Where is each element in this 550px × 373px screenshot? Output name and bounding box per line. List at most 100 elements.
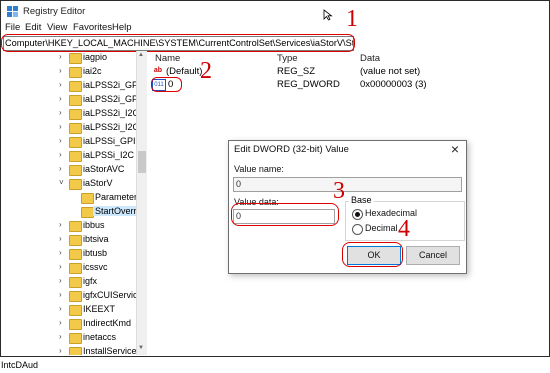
expand-chevron-icon[interactable]: › (59, 150, 62, 159)
cancel-button[interactable]: Cancel (406, 246, 460, 265)
tree-item-label: iaLPSS2i_GPIO2 (83, 80, 137, 90)
folder-icon (69, 291, 82, 302)
expand-chevron-icon[interactable]: › (59, 346, 62, 355)
tree-item-indirectkmd[interactable]: › IndirectKmd (1, 317, 137, 331)
tree-item-ikeext[interactable]: › IKEEXT (1, 303, 137, 317)
menu-edit[interactable]: Edit (25, 22, 41, 33)
scrollbar-thumb[interactable] (138, 151, 146, 173)
folder-icon (69, 109, 82, 120)
tree-item-label: iagpio (83, 52, 108, 62)
expand-chevron-icon[interactable]: › (59, 234, 62, 243)
expand-chevron-icon[interactable]: › (59, 108, 62, 117)
tree-item-iastoravc[interactable]: › iaStorAVC (1, 163, 137, 177)
tree-item-ialpssi-gpio[interactable]: › iaLPSSi_GPIO (1, 135, 137, 149)
tree-item-label: igfx (83, 276, 98, 286)
menu-help[interactable]: Help (112, 22, 132, 33)
expand-chevron-icon[interactable]: › (59, 220, 62, 229)
tree-item-label: iaLPSSi_GPIO (83, 136, 137, 146)
tree-item-parameters[interactable]: Parameters (1, 191, 137, 205)
tree-item-installservice[interactable]: › InstallService (1, 345, 137, 355)
decimal-label[interactable]: Decimal (365, 223, 398, 233)
annotation-number-4: 4 (398, 216, 410, 242)
tree-item-ialpss2i-gpio2-b[interactable]: › iaLPSS2i_GPIO2 (1, 93, 137, 107)
tree-item-ibtusb[interactable]: › ibtusb (1, 247, 137, 261)
folder-icon (69, 123, 82, 134)
annotation-number-3: 3 (333, 178, 345, 204)
folder-icon (69, 95, 82, 106)
expand-chevron-icon[interactable]: › (59, 94, 62, 103)
tree-item-ialpss2i-i2c[interactable]: › iaLPSS2i_I2C (1, 107, 137, 121)
folder-icon (69, 263, 82, 274)
column-header-name[interactable]: Name (155, 53, 180, 64)
title-bar: Registry Editor (1, 1, 549, 21)
tree-item-igfx[interactable]: › igfx (1, 275, 137, 289)
expand-chevron-icon[interactable]: › (59, 332, 62, 341)
tree-item-ibtsiva[interactable]: › ibtsiva (1, 233, 137, 247)
expand-chevron-icon[interactable]: › (59, 66, 62, 75)
tree-item-label: iaStorAVC (83, 164, 125, 174)
tree-scrollbar[interactable]: ▲ ▼ (136, 51, 147, 355)
menu-file[interactable]: File (5, 22, 20, 33)
folder-open-icon (69, 179, 82, 190)
tree-item-ialpss2i-gpio2[interactable]: › iaLPSS2i_GPIO2 (1, 79, 137, 93)
value-data: 0x00000003 (3) (360, 79, 427, 90)
tree-item-label: ibtusb (83, 248, 108, 258)
menu-view[interactable]: View (47, 22, 67, 33)
annotation-number-2: 2 (200, 58, 212, 84)
close-icon[interactable]: × (451, 141, 459, 157)
tree-item-iastorv[interactable]: ˅ iaStorV (1, 177, 137, 191)
folder-icon (69, 305, 82, 316)
tree-item-label: igfxCUIService (83, 290, 137, 300)
column-header-data[interactable]: Data (360, 53, 380, 64)
expand-chevron-icon[interactable]: › (59, 80, 62, 89)
scroll-up-icon[interactable]: ▲ (138, 52, 144, 58)
tree-item-ialpss2i-i2c-b[interactable]: › iaLPSS2i_I2C_B (1, 121, 137, 135)
menu-favorites[interactable]: Favorites (73, 22, 112, 33)
tree-item-igfxcuiservice[interactable]: › igfxCUIService (1, 289, 137, 303)
folder-icon (69, 249, 82, 260)
tree-item-icssvc[interactable]: › icssvc (1, 261, 137, 275)
expand-chevron-icon[interactable]: › (59, 122, 62, 131)
value-name: (Default) (166, 66, 203, 77)
value-type: REG_SZ (277, 66, 316, 77)
menu-bar: File Edit View Favorites Help (1, 21, 549, 35)
annotation-number-1: 1 (346, 6, 358, 32)
expand-chevron-icon[interactable]: › (59, 304, 62, 313)
tree-item-ibbus[interactable]: › ibbus (1, 219, 137, 233)
window-title: Registry Editor (23, 6, 86, 17)
expand-chevron-icon[interactable]: › (59, 276, 62, 285)
tree-item-label: IKEEXT (83, 304, 116, 314)
folder-icon (69, 333, 82, 344)
tree-item-inetaccs[interactable]: › inetaccs (1, 331, 137, 345)
value-name-field[interactable]: 0 (233, 177, 462, 192)
tree-item-label: iaLPSS2i_I2C (83, 108, 137, 118)
tree-item-iai2c[interactable]: › iai2c (1, 65, 137, 79)
tree-item-iagpio[interactable]: › iagpio (1, 51, 137, 65)
column-header-type[interactable]: Type (277, 53, 298, 64)
tree-item-intcdaud[interactable]: IntcDAud (1, 359, 137, 373)
decimal-radio[interactable] (352, 224, 363, 235)
expand-chevron-icon[interactable]: › (59, 318, 62, 327)
value-name-label: Value name: (234, 164, 284, 174)
key-tree: › iagpio › iai2c › iaLPSS2i_GPIO2 › iaLPSS2i… (1, 51, 137, 355)
folder-icon (69, 67, 82, 78)
tree-item-ialpssi-i2c[interactable]: › iaLPSSi_I2C (1, 149, 137, 163)
mouse-cursor-icon (323, 9, 333, 21)
expand-chevron-icon[interactable]: › (59, 290, 62, 299)
dialog-title: Edit DWORD (32-bit) Value (234, 144, 349, 155)
expand-chevron-icon[interactable]: › (59, 248, 62, 257)
annotation-highlight-ok (342, 242, 403, 267)
collapse-chevron-icon[interactable]: ˅ (59, 178, 64, 187)
expand-chevron-icon[interactable]: › (59, 262, 62, 271)
tree-item-label: ibtsiva (83, 234, 109, 244)
tree-item-label: iaLPSS2i_I2C_B (83, 122, 137, 132)
tree-item-startoverride[interactable]: StartOverride (1, 205, 137, 219)
tree-item-label: iaLPSS2i_GPIO2 (83, 94, 137, 104)
expand-chevron-icon[interactable]: › (59, 52, 62, 61)
hexadecimal-radio[interactable] (352, 209, 363, 220)
expand-chevron-icon[interactable]: › (59, 164, 62, 173)
annotation-highlight-value-data (231, 203, 339, 226)
expand-chevron-icon[interactable]: › (59, 136, 62, 145)
string-value-icon: ab (153, 67, 163, 74)
scroll-down-icon[interactable]: ▼ (138, 345, 144, 351)
